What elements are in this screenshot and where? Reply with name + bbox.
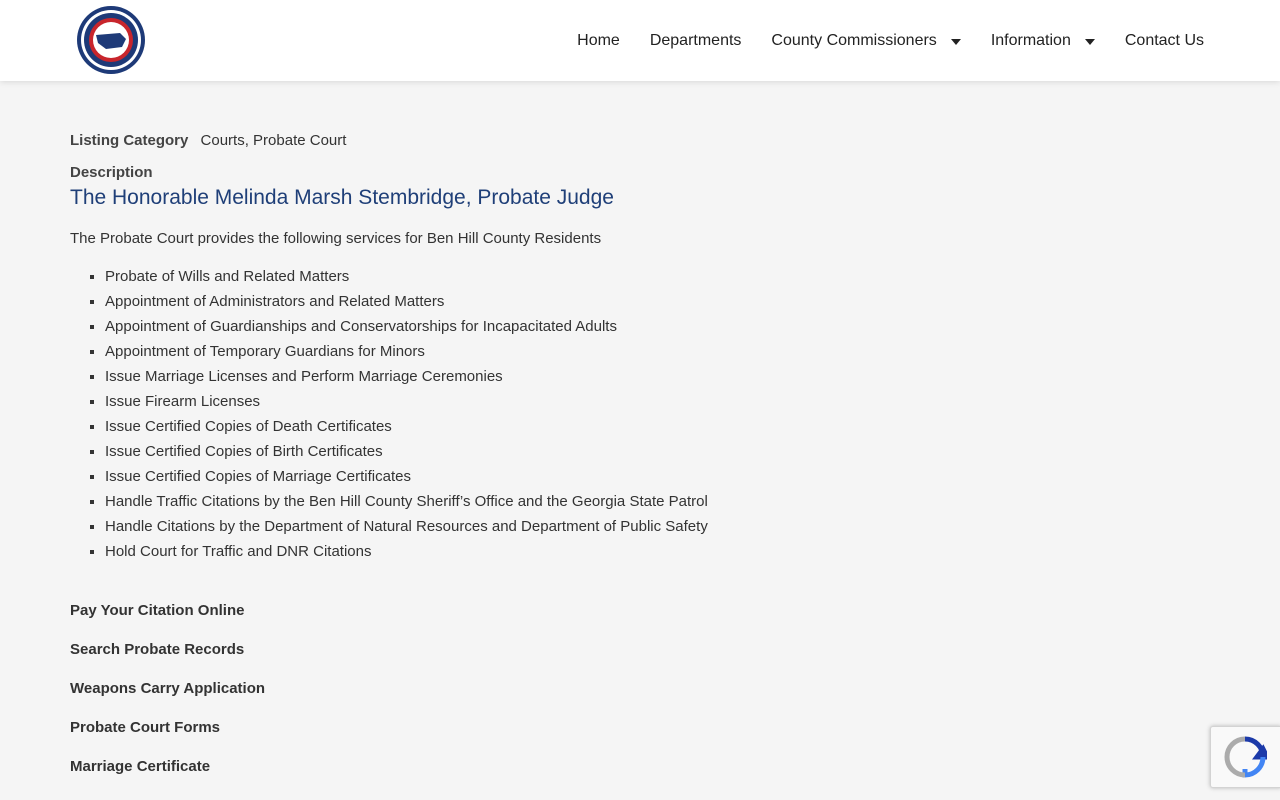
list-item: Handle Traffic Citations by the Ben Hill… <box>105 489 1070 514</box>
nav-contact-us[interactable]: Contact Us <box>1125 32 1204 50</box>
list-item: Issue Certified Copies of Birth Certific… <box>105 439 1070 464</box>
nav-county-commissioners-label: County Commissioners <box>771 31 937 49</box>
nav-county-commissioners[interactable]: County Commissioners <box>771 31 961 50</box>
resource-links: Pay Your Citation Online Search Probate … <box>70 600 1070 778</box>
listing-content: Listing Category Courts, Probate Court D… <box>70 130 1070 795</box>
weapons-carry-application-link[interactable]: Weapons Carry Application <box>70 678 1070 700</box>
nav-information[interactable]: Information <box>991 32 1095 50</box>
listing-category-value: Courts, Probate Court <box>200 132 347 149</box>
county-seal-logo[interactable] <box>76 5 146 75</box>
services-intro: The Probate Court provides the following… <box>70 230 602 247</box>
nav-contact-us-label: Contact Us <box>1124 31 1204 49</box>
list-item: Issue Certified Copies of Death Certific… <box>105 414 1070 439</box>
nav-departments-label: Departments <box>649 31 742 49</box>
pay-citation-link[interactable]: Pay Your Citation Online <box>70 600 1070 622</box>
list-item: Appointment of Temporary Guardians for M… <box>105 339 1070 364</box>
listing-category-row: Listing Category Courts, Probate Court <box>70 130 1070 152</box>
list-item: Issue Marriage Licenses and Perform Marr… <box>105 364 1070 389</box>
recaptcha-badge[interactable] <box>1210 726 1280 788</box>
chevron-down-icon <box>950 38 961 45</box>
description-label: Description <box>70 164 153 181</box>
list-item: Handle Citations by the Department of Na… <box>105 514 1070 539</box>
list-item: Appointment of Guardianships and Conserv… <box>105 314 1070 339</box>
listing-category-label: Listing Category <box>70 132 189 149</box>
probate-court-forms-link[interactable]: Probate Court Forms <box>70 717 1070 739</box>
recaptcha-icon <box>1224 736 1267 778</box>
marriage-certificate-link[interactable]: Marriage Certificate <box>70 756 1070 778</box>
list-item: Probate of Wills and Related Matters <box>105 264 1070 289</box>
main-nav: Home Departments County Commissioners In… <box>547 0 1204 81</box>
nav-home-label: Home <box>577 31 620 49</box>
list-item: Issue Certified Copies of Marriage Certi… <box>105 464 1070 489</box>
chevron-down-icon <box>1084 38 1095 45</box>
nav-departments[interactable]: Departments <box>650 32 742 50</box>
nav-information-label: Information <box>990 31 1071 49</box>
search-probate-records-link[interactable]: Search Probate Records <box>70 639 1070 661</box>
nav-home[interactable]: Home <box>577 32 620 50</box>
list-item: Hold Court for Traffic and DNR Citations <box>105 539 1070 564</box>
site-header: Home Departments County Commissioners In… <box>0 0 1280 81</box>
list-item: Issue Firearm Licenses <box>105 389 1070 414</box>
list-item: Appointment of Administrators and Relate… <box>105 289 1070 314</box>
page-title: The Honorable Melinda Marsh Stembridge, … <box>70 186 614 209</box>
services-list: Probate of Wills and Related Matters App… <box>70 264 1070 564</box>
